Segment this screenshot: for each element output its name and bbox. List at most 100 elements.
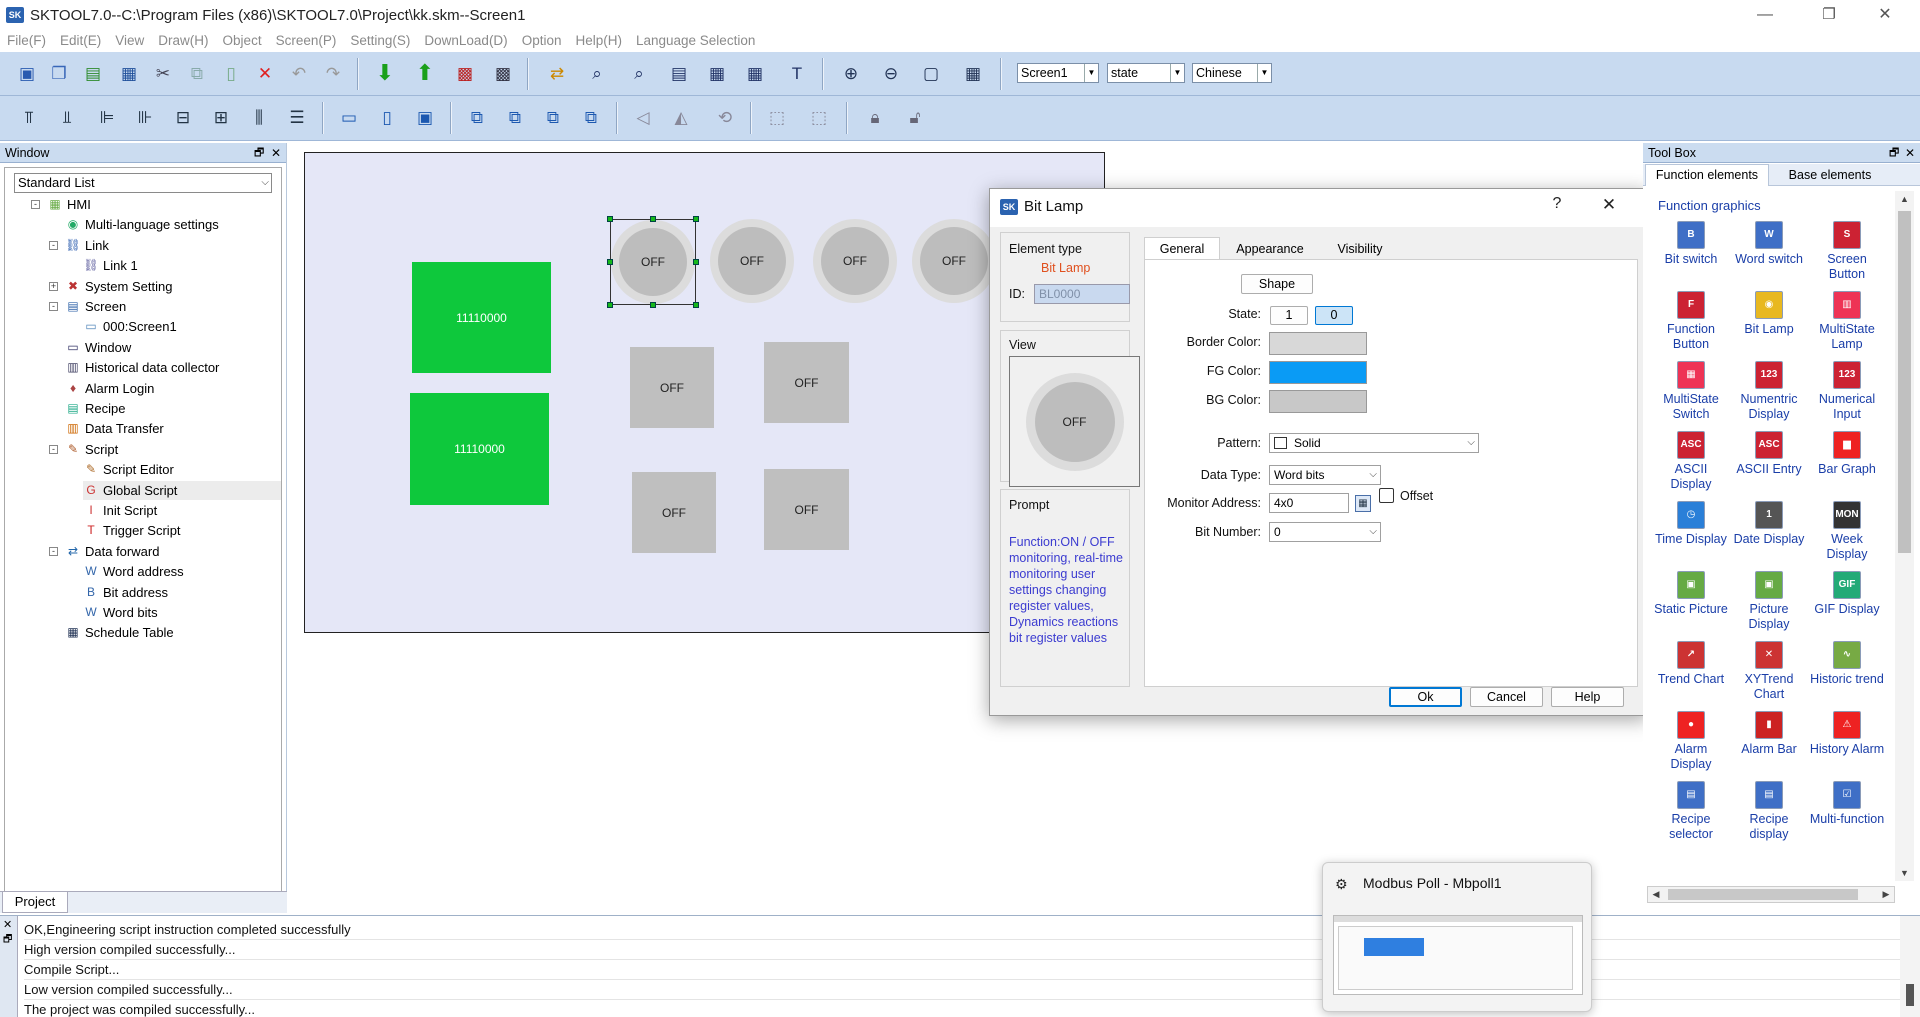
- tree-item[interactable]: ▭ Window: [67, 338, 131, 357]
- same-size-icon[interactable]: ▣: [412, 104, 438, 130]
- fit-screen-icon[interactable]: ▢: [918, 60, 944, 86]
- restore-icon[interactable]: ❐: [1806, 0, 1852, 30]
- align-vcenter-icon[interactable]: ⊟: [170, 104, 196, 130]
- menu-language[interactable]: Language Selection: [629, 30, 762, 52]
- flip-vertical-icon[interactable]: ◭: [668, 104, 694, 130]
- menu-screen[interactable]: Screen(P): [269, 30, 344, 52]
- resize-handle[interactable]: [650, 216, 656, 222]
- resize-handle[interactable]: [650, 302, 656, 308]
- collapse-icon[interactable]: -: [49, 546, 58, 556]
- toolbox-item[interactable]: ✕ XYTrend Chart: [1731, 641, 1807, 702]
- collapse-icon[interactable]: -: [49, 240, 58, 250]
- green-word-box[interactable]: 11110000: [410, 393, 549, 505]
- tree-item[interactable]: W Word bits: [85, 603, 157, 622]
- collapse-icon[interactable]: -: [31, 200, 40, 209]
- tree-item[interactable]: ✖ System Setting: [68, 277, 172, 296]
- delete-icon[interactable]: ✕: [252, 60, 278, 86]
- toolbox-item[interactable]: F Function Button: [1653, 291, 1729, 352]
- tree-item[interactable]: ✎ Script Editor: [86, 460, 174, 479]
- toolbox-item[interactable]: ◷ Time Display: [1653, 501, 1729, 547]
- rotate-icon[interactable]: ⟲: [712, 104, 738, 130]
- bit-lamp-square[interactable]: OFF: [632, 472, 716, 553]
- bit-lamp-circle[interactable]: OFF: [912, 219, 996, 303]
- zoom-in-icon[interactable]: ⊕: [838, 60, 864, 86]
- tree-item[interactable]: ⛓ Link 1: [83, 256, 137, 275]
- toolbox-item[interactable]: ▆ Bar Graph: [1809, 431, 1885, 477]
- toolbox-item[interactable]: ⚠ History Alarm: [1809, 711, 1885, 757]
- menu-draw[interactable]: Draw(H): [151, 30, 215, 52]
- redo-icon[interactable]: ↷: [320, 60, 346, 86]
- shape-button[interactable]: Shape: [1241, 274, 1313, 294]
- taskbar-preview[interactable]: ⚙︎ Modbus Poll - Mbpoll1: [1322, 862, 1592, 1012]
- tree-item[interactable]: ▦ Schedule Table: [67, 623, 173, 642]
- bring-front-icon[interactable]: ⧉: [464, 104, 490, 130]
- resize-handle[interactable]: [693, 302, 699, 308]
- data-type-select[interactable]: Word bits ⌵: [1269, 465, 1381, 485]
- unlock-icon[interactable]: 🔓︎: [902, 104, 928, 130]
- align-left-icon[interactable]: ⊫: [94, 104, 120, 130]
- menu-setting[interactable]: Setting(S): [343, 30, 417, 52]
- menu-object[interactable]: Object: [216, 30, 269, 52]
- offline-simulation-icon[interactable]: ▩: [452, 60, 478, 86]
- ungroup-icon[interactable]: ⬚: [806, 104, 832, 130]
- close-icon[interactable]: ✕: [1862, 0, 1908, 30]
- undo-icon[interactable]: ↶: [286, 60, 312, 86]
- distribute-v-icon[interactable]: ☰: [284, 104, 310, 130]
- hmi-screen[interactable]: 11110000 11110000 OFF OFF OFF OFF OFF OF…: [304, 152, 1105, 633]
- replace-icon[interactable]: ⌕: [626, 60, 652, 86]
- text-library-icon[interactable]: T: [784, 60, 810, 86]
- same-width-icon[interactable]: ▭: [336, 104, 362, 130]
- id-field[interactable]: BL0000: [1034, 284, 1130, 304]
- tree-item[interactable]: G Global Script: [83, 480, 281, 500]
- resize-handle[interactable]: [693, 216, 699, 222]
- toolbox-item[interactable]: ☑ Multi-function: [1809, 781, 1885, 827]
- bit-lamp-square[interactable]: OFF: [764, 469, 849, 550]
- scroll-thumb[interactable]: [1898, 211, 1911, 553]
- toolbox-item[interactable]: 1 Date Display: [1731, 501, 1807, 547]
- align-bottom-icon[interactable]: ⫫: [54, 104, 80, 130]
- bit-number-select[interactable]: 0 ⌵: [1269, 522, 1381, 542]
- toolbox-item[interactable]: S Screen Button: [1809, 221, 1885, 282]
- ok-button[interactable]: Ok: [1389, 687, 1462, 707]
- toolbox-item[interactable]: ● Alarm Display: [1653, 711, 1729, 772]
- online-simulation-icon[interactable]: ▩: [490, 60, 516, 86]
- tree-item[interactable]: ✎ Script: [68, 440, 118, 459]
- screen-select[interactable]: Screen1 ▼: [1017, 63, 1099, 83]
- menu-view[interactable]: View: [108, 30, 151, 52]
- collapse-icon[interactable]: -: [49, 302, 58, 311]
- toolbox-item[interactable]: 123 Numerical Input: [1809, 361, 1885, 422]
- toolbox-item[interactable]: ∿ Historic trend: [1809, 641, 1885, 687]
- collapse-icon[interactable]: -: [49, 444, 58, 454]
- language-select[interactable]: Chinese ▼: [1192, 63, 1272, 83]
- address-list-icon[interactable]: ▤: [666, 60, 692, 86]
- scroll-right-icon[interactable]: ▶: [1878, 887, 1894, 902]
- bit-lamp-square[interactable]: OFF: [630, 347, 714, 428]
- element-list-icon[interactable]: ▦: [704, 60, 730, 86]
- float-icon[interactable]: 🗗︎: [1889, 143, 1899, 163]
- tree-item[interactable]: ▭ 000:Screen1: [85, 317, 176, 336]
- download-icon[interactable]: ⬇: [372, 60, 398, 86]
- tree-item[interactable]: ♦ Alarm Login: [70, 379, 154, 398]
- paste-icon[interactable]: ▯: [218, 60, 244, 86]
- menu-edit[interactable]: Edit(E): [53, 30, 108, 52]
- bit-lamp-circle[interactable]: OFF: [710, 219, 794, 303]
- list-mode-select[interactable]: Standard List ⌵: [14, 173, 272, 193]
- float-icon[interactable]: 🗗︎: [254, 143, 264, 163]
- tree-item[interactable]: T Trigger Script: [87, 521, 180, 540]
- menu-file[interactable]: File(F): [0, 30, 53, 52]
- tab-function-elements[interactable]: Function elements: [1645, 164, 1769, 186]
- toolbox-item[interactable]: ▤ Recipe selector: [1653, 781, 1729, 842]
- cancel-button[interactable]: Cancel: [1470, 687, 1543, 707]
- distribute-h-icon[interactable]: ⫼: [246, 104, 272, 130]
- save-icon[interactable]: ▦: [116, 60, 142, 86]
- toolbox-item[interactable]: W Word switch: [1731, 221, 1807, 267]
- align-top-icon[interactable]: ⫪: [16, 104, 42, 130]
- h-scroll-thumb[interactable]: [1668, 889, 1858, 900]
- toolbox-item[interactable]: ▣ Picture Display: [1731, 571, 1807, 632]
- lock-icon[interactable]: 🔒︎: [862, 104, 888, 130]
- toolbox-item[interactable]: 123 Numentric Display: [1731, 361, 1807, 422]
- send-backward-icon[interactable]: ⧉: [578, 104, 604, 130]
- tab-visibility[interactable]: Visibility: [1320, 239, 1400, 259]
- tree-item[interactable]: ⛓ Link: [65, 236, 108, 255]
- copy-icon[interactable]: ⧉: [184, 60, 210, 86]
